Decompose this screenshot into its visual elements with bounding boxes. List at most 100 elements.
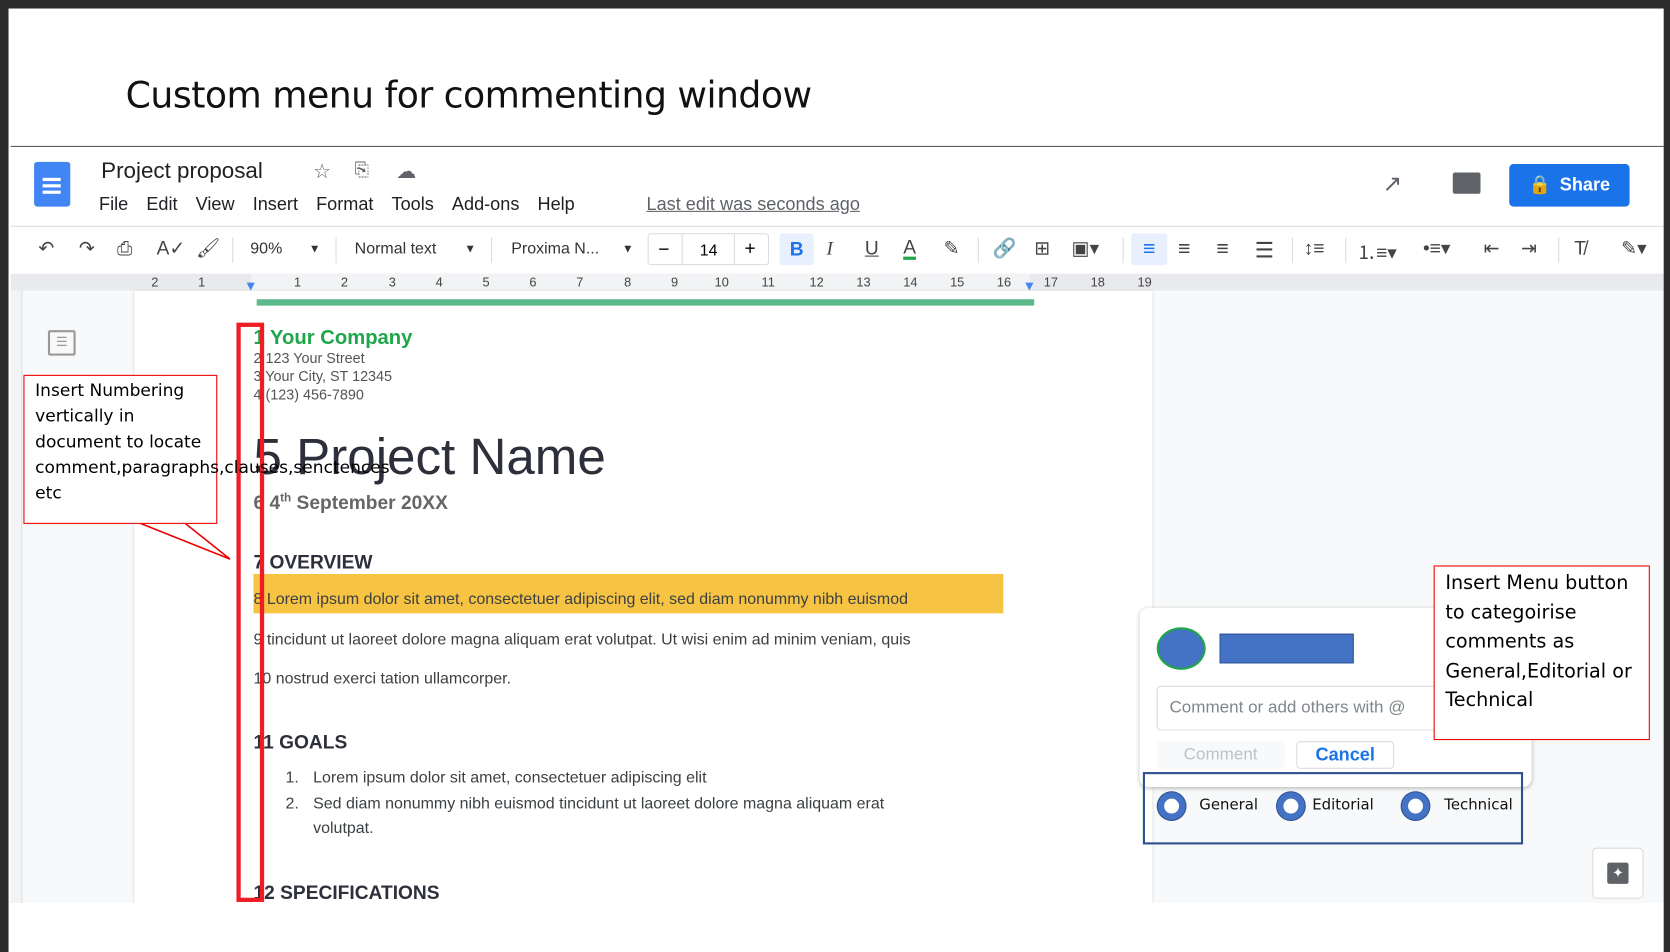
menu-addons[interactable]: Add-ons xyxy=(452,194,519,215)
frame xyxy=(1663,0,1670,952)
radio-general[interactable] xyxy=(1157,792,1186,820)
share-button[interactable]: 🔒 Share xyxy=(1509,163,1630,207)
align-center-icon[interactable]: ≡ xyxy=(1178,237,1190,261)
menu-view[interactable]: View xyxy=(196,194,235,215)
address-line: 4 (123) 456-7890 xyxy=(253,386,364,403)
highlight-icon[interactable]: ✎ xyxy=(944,237,960,259)
menu-format[interactable]: Format xyxy=(316,194,373,215)
explore-button[interactable]: ✦ xyxy=(1592,847,1644,899)
redo-icon[interactable]: ↷ xyxy=(79,237,95,259)
text-color-button[interactable]: A xyxy=(903,237,917,260)
chevron-down-icon[interactable]: ▼ xyxy=(622,243,634,256)
print-icon[interactable]: ⎙ xyxy=(117,237,132,259)
increase-font-size-button[interactable]: + xyxy=(745,237,756,259)
list-number: 1. xyxy=(285,768,299,787)
add-comment-icon[interactable]: ⊞ xyxy=(1034,237,1050,259)
date-suffix: th xyxy=(280,491,292,505)
ruler-tick: 16 xyxy=(996,274,1012,290)
bulleted-list-icon[interactable]: •≡▾ xyxy=(1423,237,1451,259)
font-size-input[interactable]: 14 xyxy=(700,242,718,260)
line-spacing-icon[interactable]: ↕≡ xyxy=(1304,237,1325,259)
chevron-down-icon[interactable]: ▼ xyxy=(464,243,476,256)
link-icon[interactable]: 🔗 xyxy=(993,237,1017,259)
cancel-button[interactable]: Cancel xyxy=(1296,741,1395,769)
bottom-margin xyxy=(10,903,1664,952)
clear-formatting-icon[interactable]: T̸ xyxy=(1574,237,1586,259)
ruler-tick: 3 xyxy=(388,274,396,290)
ruler-tick: 6 xyxy=(529,274,537,290)
slide: Custom menu for commenting window Projec… xyxy=(0,0,1670,952)
annotation-numbering: Insert Numbering vertically in document … xyxy=(23,374,390,524)
lock-icon: 🔒 xyxy=(1528,174,1552,195)
italic-button[interactable]: I xyxy=(827,237,833,259)
ruler-tick: 10 xyxy=(714,274,729,290)
radio-label: Technical xyxy=(1444,796,1513,814)
horizontal-ruler[interactable]: 2 1 ▼ 1 2 3 4 5 6 7 8 9 10 11 12 13 14 1… xyxy=(10,273,1664,294)
comment-button[interactable]: Comment xyxy=(1156,741,1285,769)
numbering-highlight xyxy=(236,322,265,902)
ruler-tick: 8 xyxy=(624,274,632,290)
slide-title: Custom menu for commenting window xyxy=(125,74,812,118)
align-right-icon[interactable]: ≡ xyxy=(1216,237,1228,261)
bold-button[interactable]: B xyxy=(779,233,814,266)
toolbar: ↶ ↷ ⎙ A✓ 🖌 90% ▼ Normal text ▼ Proxima N… xyxy=(11,229,1664,272)
project-date: 6 4th September 20XX xyxy=(253,492,447,514)
editing-mode-icon[interactable]: ✎▾ xyxy=(1621,237,1647,259)
frame xyxy=(0,0,9,952)
share-label: Share xyxy=(1559,174,1611,195)
justify-icon[interactable]: ☰ xyxy=(1255,237,1274,264)
menu-tools[interactable]: Tools xyxy=(392,194,434,215)
docs-logo[interactable] xyxy=(34,161,71,207)
comment-history-icon[interactable] xyxy=(1452,172,1481,194)
menu-insert[interactable]: Insert xyxy=(253,194,298,215)
vertical-ruler[interactable] xyxy=(10,290,23,904)
ruler-tick: 2 xyxy=(340,274,348,290)
font-select[interactable]: Proxima N... xyxy=(511,240,599,258)
underline-button[interactable]: U xyxy=(865,237,879,259)
ruler-tick: 18 xyxy=(1090,274,1105,290)
image-icon[interactable]: ▣▾ xyxy=(1071,237,1099,259)
explore-icon: ✦ xyxy=(1607,862,1629,884)
numbered-list-icon[interactable]: ⒈≡▾ xyxy=(1357,237,1397,265)
avatar xyxy=(1156,627,1206,670)
menu-file[interactable]: File xyxy=(99,194,128,215)
document-title[interactable]: Project proposal xyxy=(101,159,263,185)
align-left-icon[interactable]: ≡ xyxy=(1131,233,1168,266)
address-line: 3 Your City, ST 12345 xyxy=(253,368,393,385)
ruler-tick: 9 xyxy=(671,274,679,290)
move-folder-icon[interactable]: ⎘ xyxy=(355,160,369,181)
increase-indent-icon[interactable]: ⇥ xyxy=(1521,237,1537,259)
ruler-tick: 11 xyxy=(761,274,775,290)
cloud-saved-icon[interactable]: ☁ xyxy=(396,160,416,184)
list-item: Sed diam nonummy nibh euismod tincidunt … xyxy=(313,794,885,813)
ruler-tick: 17 xyxy=(1043,274,1059,290)
menu-help[interactable]: Help xyxy=(537,194,574,215)
decrease-indent-icon[interactable]: ⇤ xyxy=(1484,237,1500,259)
radio-editorial[interactable] xyxy=(1277,792,1305,820)
heading-overview: 7 OVERVIEW xyxy=(253,551,373,573)
radio-label: Editorial xyxy=(1312,796,1374,814)
paragraph-line: 8 Lorem ipsum dolor sit amet, consectetu… xyxy=(253,589,908,609)
spellcheck-icon[interactable]: A✓ xyxy=(157,237,186,259)
radio-label: General xyxy=(1199,796,1259,814)
last-edit-link[interactable]: Last edit was seconds ago xyxy=(647,194,860,215)
document-outline-icon[interactable]: ☰ xyxy=(47,330,76,356)
paint-format-icon[interactable]: 🖌 xyxy=(196,237,220,259)
list-number: 2. xyxy=(285,794,299,813)
zoom-select[interactable]: 90% xyxy=(250,240,282,258)
menu-edit[interactable]: Edit xyxy=(146,194,177,215)
decrease-font-size-button[interactable]: − xyxy=(658,239,669,261)
chevron-down-icon[interactable]: ▼ xyxy=(309,243,321,256)
company-name: 1 Your Company xyxy=(253,326,413,350)
ruler-tick: 4 xyxy=(435,274,443,290)
activity-trend-icon[interactable]: ↗ xyxy=(1382,170,1402,198)
divider xyxy=(10,145,1664,147)
style-select[interactable]: Normal text xyxy=(355,240,437,258)
undo-icon[interactable]: ↶ xyxy=(38,237,54,259)
radio-technical[interactable] xyxy=(1401,792,1430,820)
user-name-redacted xyxy=(1219,633,1354,664)
ruler-tick: 12 xyxy=(809,274,824,290)
heading-specifications: 12 SPECIFICATIONS xyxy=(253,881,440,904)
heading-goals: 11 GOALS xyxy=(253,731,348,753)
star-icon[interactable]: ☆ xyxy=(313,160,331,184)
